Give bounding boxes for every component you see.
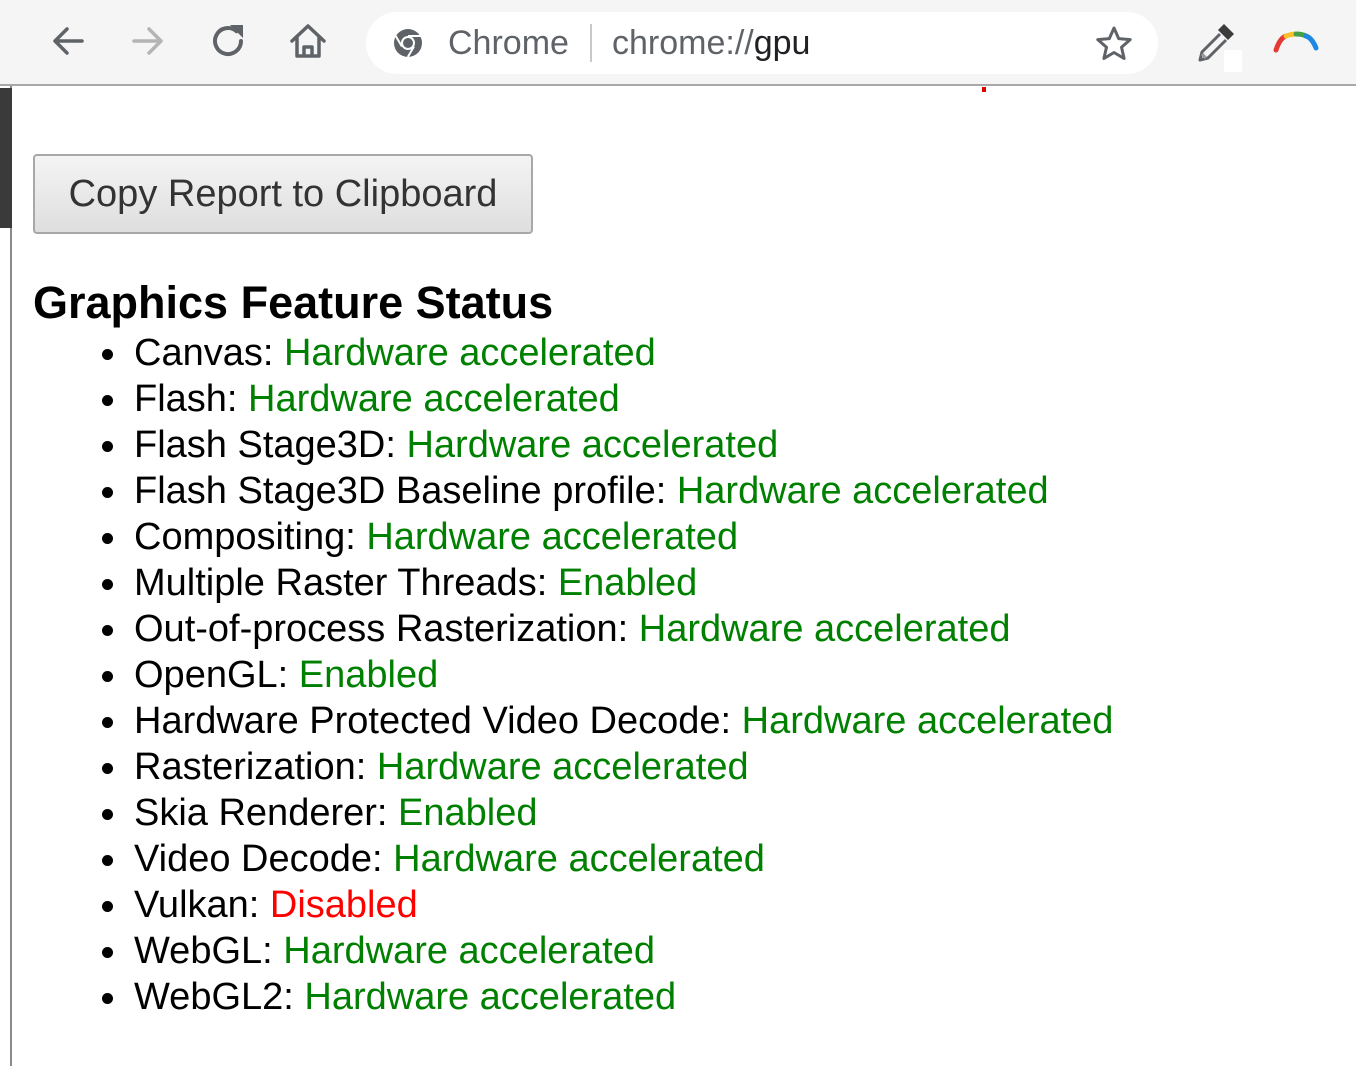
feature-item: WebGL2: Hardware accelerated bbox=[102, 974, 1113, 1020]
feature-item: Video Decode: Hardware accelerated bbox=[102, 836, 1113, 882]
bullet-icon bbox=[102, 993, 113, 1004]
progress-mark bbox=[982, 87, 986, 92]
feature-status: Enabled bbox=[398, 792, 538, 834]
feature-item: Skia Renderer: Enabled bbox=[102, 790, 1113, 836]
site-label: Chrome bbox=[448, 24, 569, 62]
feature-item: Flash: Hardware accelerated bbox=[102, 376, 1113, 422]
address-bar[interactable]: Chrome chrome://gpu bbox=[366, 12, 1158, 74]
feature-status: Hardware accelerated bbox=[638, 608, 1011, 650]
feature-name: Hardware Protected Video Decode: bbox=[134, 700, 742, 742]
home-icon bbox=[290, 24, 326, 58]
bullet-icon bbox=[102, 763, 113, 774]
feature-item: WebGL: Hardware accelerated bbox=[102, 928, 1113, 974]
feature-item: Canvas: Hardware accelerated bbox=[102, 330, 1113, 376]
feature-status: Enabled bbox=[298, 654, 439, 696]
url-text[interactable]: chrome://gpu bbox=[612, 23, 810, 63]
browser-toolbar: Chrome chrome://gpu bbox=[0, 0, 1356, 86]
url-host: gpu bbox=[753, 24, 811, 62]
feature-status-list: Canvas: Hardware accelerated Flash: Hardw… bbox=[102, 330, 1114, 1020]
feature-item: Rasterization: Hardware accelerated bbox=[102, 744, 1113, 790]
page-title: Graphics Feature Status bbox=[33, 277, 554, 328]
bullet-icon bbox=[102, 395, 113, 406]
feature-status: Hardware accelerated bbox=[676, 470, 1049, 512]
star-icon[interactable] bbox=[1094, 24, 1134, 64]
feature-status: Hardware accelerated bbox=[376, 746, 749, 788]
chrome-logo-icon bbox=[394, 29, 422, 58]
bullet-icon bbox=[102, 349, 113, 360]
feature-item: OpenGL: Enabled bbox=[102, 652, 1113, 698]
forward-button[interactable] bbox=[124, 17, 172, 65]
window-left-border bbox=[10, 86, 12, 1066]
feature-name: Multiple Raster Threads: bbox=[134, 562, 558, 604]
feature-status: Disabled bbox=[269, 884, 418, 926]
feature-item: Multiple Raster Threads: Enabled bbox=[102, 560, 1113, 606]
feature-item: Compositing: Hardware accelerated bbox=[102, 514, 1113, 560]
feature-name: Rasterization: bbox=[134, 746, 377, 788]
feature-item: Out-of-process Rasterization: Hardware a… bbox=[102, 606, 1113, 652]
feature-name: WebGL: bbox=[134, 930, 284, 972]
feature-name: Skia Renderer: bbox=[134, 792, 399, 834]
bullet-icon bbox=[102, 533, 113, 544]
feature-name: Compositing: bbox=[134, 516, 367, 558]
reload-button[interactable] bbox=[204, 17, 252, 65]
rainbow-logo-icon[interactable] bbox=[1272, 26, 1320, 56]
feature-status: Hardware accelerated bbox=[304, 976, 677, 1018]
feature-status: Hardware accelerated bbox=[248, 378, 620, 420]
feature-status: Hardware accelerated bbox=[283, 930, 656, 972]
feature-status: Hardware accelerated bbox=[406, 424, 779, 466]
feature-item: Flash Stage3D Baseline profile: Hardware… bbox=[102, 468, 1113, 514]
feature-name: Flash Stage3D Baseline profile: bbox=[134, 470, 677, 512]
feature-name: Flash Stage3D: bbox=[134, 424, 407, 466]
home-button[interactable] bbox=[284, 17, 332, 65]
bullet-icon bbox=[102, 947, 113, 958]
bullet-icon bbox=[102, 579, 113, 590]
feature-item: Flash Stage3D: Hardware accelerated bbox=[102, 422, 1113, 468]
feature-name: Flash: bbox=[134, 378, 249, 420]
forward-arrow-icon bbox=[132, 27, 163, 55]
bullet-icon bbox=[102, 441, 113, 452]
bullet-icon bbox=[102, 855, 113, 866]
feature-status: Hardware accelerated bbox=[393, 838, 765, 880]
feature-name: Out-of-process Rasterization: bbox=[134, 608, 639, 650]
feature-name: Canvas: bbox=[134, 332, 284, 374]
feature-status: Enabled bbox=[557, 562, 698, 604]
bullet-icon bbox=[102, 625, 113, 636]
copy-report-button[interactable]: Copy Report to Clipboard bbox=[33, 154, 533, 234]
feature-status: Hardware accelerated bbox=[366, 516, 739, 558]
window-edge-shadow bbox=[0, 88, 12, 228]
bullet-icon bbox=[102, 487, 113, 498]
eyedropper-icon[interactable] bbox=[1194, 20, 1242, 72]
back-arrow-icon bbox=[53, 27, 84, 55]
feature-name: OpenGL: bbox=[134, 654, 299, 696]
omnibox-divider bbox=[590, 24, 592, 62]
feature-item: Vulkan: Disabled bbox=[102, 882, 1113, 928]
feature-status: Hardware accelerated bbox=[741, 700, 1114, 742]
feature-name: WebGL2: bbox=[134, 976, 305, 1018]
bullet-icon bbox=[102, 901, 113, 912]
bullet-icon bbox=[102, 809, 113, 820]
feature-name: Video Decode: bbox=[134, 838, 394, 880]
reload-icon bbox=[213, 25, 244, 57]
bullet-icon bbox=[102, 671, 113, 682]
feature-status: Hardware accelerated bbox=[283, 332, 656, 374]
feature-item: Hardware Protected Video Decode: Hardwar… bbox=[102, 698, 1114, 744]
feature-name: Vulkan: bbox=[134, 884, 270, 926]
url-scheme: chrome:// bbox=[612, 24, 754, 62]
bullet-icon bbox=[102, 717, 113, 728]
back-button[interactable] bbox=[44, 17, 92, 65]
